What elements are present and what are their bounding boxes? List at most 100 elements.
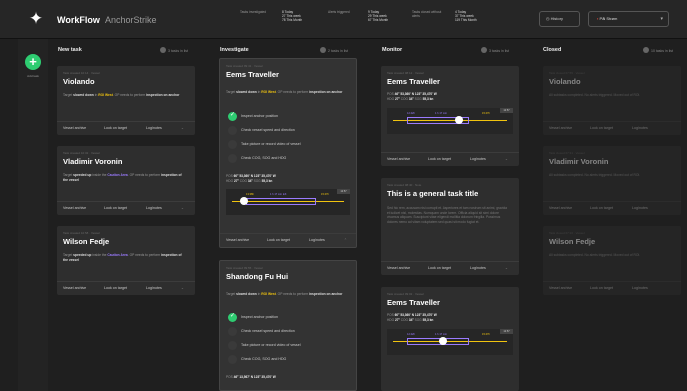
look-on-target-button[interactable]: Look on target: [590, 126, 613, 130]
checklist-item[interactable]: Check COG, SOG and HDG: [228, 355, 286, 364]
log-notes-button[interactable]: Log/notes: [146, 206, 162, 210]
look-on-target-button[interactable]: Look on target: [267, 238, 290, 242]
card-title: Wilson Fedje: [549, 237, 596, 246]
card-meta: Task created 10:58 · Vessel: [63, 231, 100, 235]
task-card-expanded[interactable]: Task created 09:55 · Vessel Shandong Fu …: [219, 260, 357, 391]
look-on-target-button[interactable]: Look on target: [104, 206, 127, 210]
look-on-target-button[interactable]: Look on target: [428, 266, 451, 270]
log-notes-button[interactable]: Log/notes: [309, 238, 325, 242]
user-select[interactable]: ▪ Pål Strøm ▾: [588, 11, 669, 27]
card-actions: Vessel archive Look on target Log/notes …: [57, 201, 195, 215]
vessel-archive-button[interactable]: Vessel archive: [63, 286, 86, 290]
current-time-marker[interactable]: [455, 116, 463, 124]
checklist-item[interactable]: Check COG, SOG and HDG: [228, 154, 286, 163]
closed-task-card[interactable]: Task closed 07:55 · Vessel Violando All …: [543, 66, 681, 135]
task-card[interactable]: Task created 09:02 · Vessel Eems Travell…: [381, 287, 519, 391]
history-button[interactable]: ◷ History: [539, 11, 580, 27]
log-notes-button[interactable]: Log/notes: [632, 286, 648, 290]
card-actions: Vessel archive Look on target Log/notes …: [57, 121, 195, 135]
chevron-up-icon[interactable]: ⌃: [344, 238, 347, 242]
column-title-closed: Closed: [543, 47, 562, 53]
checklist-item[interactable]: Check vessel speed and direction: [228, 126, 295, 135]
check-circle-icon: [228, 341, 237, 350]
closed-task-card[interactable]: Task closed 07:10 · Vessel Wilson Fedje …: [543, 226, 681, 295]
sidebar: + Add task: [18, 39, 48, 391]
checklist-item[interactable]: Take picture or record video of vessel: [228, 341, 301, 350]
vessel-archive-button[interactable]: Vessel archive: [549, 206, 572, 210]
checklist-item[interactable]: Take picture or record video of vessel: [228, 140, 301, 149]
look-on-target-button[interactable]: Look on target: [590, 286, 613, 290]
vessel-archive-button[interactable]: Vessel archive: [549, 286, 572, 290]
task-card[interactable]: Task created 10:14 · Vessel Violando Tar…: [57, 66, 195, 135]
card-description: Target slowed down in ROI West. OP needs…: [226, 90, 343, 94]
look-on-target-button[interactable]: Look on target: [104, 126, 127, 130]
card-description: All subtasks completed. No alerts trigge…: [549, 253, 641, 257]
closed-task-card[interactable]: Task closed 07:31 · Vessel Vladimir Voro…: [543, 146, 681, 215]
stat-tasks-investigated: Tasks investigated: [240, 10, 272, 14]
card-actions: Vessel archive Look on target Log/notes: [543, 281, 681, 295]
card-meta: Task created 09:41 · Vessel: [226, 64, 263, 68]
history-label: History: [550, 16, 564, 21]
chevron-down-icon[interactable]: ⌄: [181, 126, 184, 130]
add-task-button[interactable]: +: [25, 54, 41, 70]
task-card[interactable]: Task created 08:12 · Vessel Eems Travell…: [381, 66, 519, 166]
chevron-down-icon[interactable]: ⌄: [505, 157, 508, 161]
vessel-archive-button[interactable]: Vessel archive: [549, 126, 572, 130]
checklist-item[interactable]: Check vessel speed and direction: [228, 327, 295, 336]
card-title: This is a general task title: [387, 189, 479, 198]
checklist-item[interactable]: Inspect anchor position: [228, 111, 278, 121]
app-window: ✦ WorkFlow AnchorStrike Tasks investigat…: [0, 0, 687, 391]
log-notes-button[interactable]: Log/notes: [470, 266, 486, 270]
checklist-item[interactable]: Inspect anchor position: [228, 312, 278, 322]
time-window-track: 12:42h 1 h 17 min 15:47h 12:57: [387, 108, 513, 134]
look-on-target-button[interactable]: Look on target: [590, 206, 613, 210]
timeline-badge: 12:57: [500, 108, 513, 113]
vessel-archive-button[interactable]: Vessel archive: [387, 266, 410, 270]
chevron-down-icon[interactable]: ⌄: [181, 286, 184, 290]
timeline-remaining: 1 h 17 min: [435, 333, 448, 336]
task-card[interactable]: Task created 10:58 · Vessel Wilson Fedje…: [57, 226, 195, 295]
card-description: All subtasks completed. No alerts trigge…: [549, 173, 641, 177]
card-actions: Vessel archive Look on target Log/notes: [543, 121, 681, 135]
current-time-marker[interactable]: [240, 197, 248, 205]
card-title: Violando: [549, 77, 581, 86]
log-notes-button[interactable]: Log/notes: [146, 286, 162, 290]
log-notes-button[interactable]: Log/notes: [470, 157, 486, 161]
card-description: Target speeded up inside the Caution Are…: [63, 173, 182, 182]
card-title: Eems Traveller: [387, 77, 440, 86]
timeline-end: 15:47h: [321, 193, 329, 196]
card-title: Vladimir Voronin: [63, 157, 123, 166]
plus-icon: +: [29, 54, 37, 69]
vessel-archive-button[interactable]: Vessel archive: [63, 126, 86, 130]
vessel-archive-button[interactable]: Vessel archive: [226, 238, 249, 242]
task-card[interactable]: Task created 08:40 · Note This is a gene…: [381, 178, 519, 275]
eagle-logo-icon: ✦: [28, 9, 44, 28]
timeline-end: 15:47h: [482, 112, 490, 115]
log-notes-button[interactable]: Log/notes: [146, 126, 162, 130]
look-on-target-button[interactable]: Look on target: [104, 286, 127, 290]
chevron-down-icon: ▾: [660, 16, 663, 22]
log-notes-button[interactable]: Log/notes: [632, 126, 648, 130]
timeline-remaining: 1 h 17 min left: [270, 193, 287, 196]
stat-value: 119 This Month: [455, 18, 477, 23]
task-card-expanded[interactable]: Task created 09:41 · Vessel Eems Travell…: [219, 58, 357, 248]
current-time-marker[interactable]: [439, 337, 447, 345]
card-description: Target slowed down in ROI West. OP needs…: [63, 93, 180, 97]
stat-value: 67 This Month: [368, 18, 389, 23]
chevron-down-icon[interactable]: ⌄: [505, 266, 508, 270]
vessel-archive-button[interactable]: Vessel archive: [387, 157, 410, 161]
log-notes-button[interactable]: Log/notes: [632, 206, 648, 210]
user-name: Pål Strøm: [599, 16, 618, 21]
task-card[interactable]: Task created 10:32 · Vessel Vladimir Vor…: [57, 146, 195, 215]
list-count-icon: [320, 47, 326, 53]
column-count-new: 3 tasks in list: [160, 47, 188, 53]
card-title: Eems Traveller: [387, 298, 440, 307]
position-readout: POS 46° 13,567' N 123° 35,470' W: [226, 375, 276, 379]
look-on-target-button[interactable]: Look on target: [428, 157, 451, 161]
check-circle-icon: [228, 355, 237, 364]
vessel-archive-button[interactable]: Vessel archive: [63, 206, 86, 210]
card-description: Target slowed down in ROI West. OP needs…: [226, 292, 343, 296]
chevron-down-icon[interactable]: ⌄: [181, 206, 184, 210]
card-meta: Task created 10:14 · Vessel: [63, 71, 100, 75]
timeline-remaining: 1 h 17 min: [435, 112, 448, 115]
